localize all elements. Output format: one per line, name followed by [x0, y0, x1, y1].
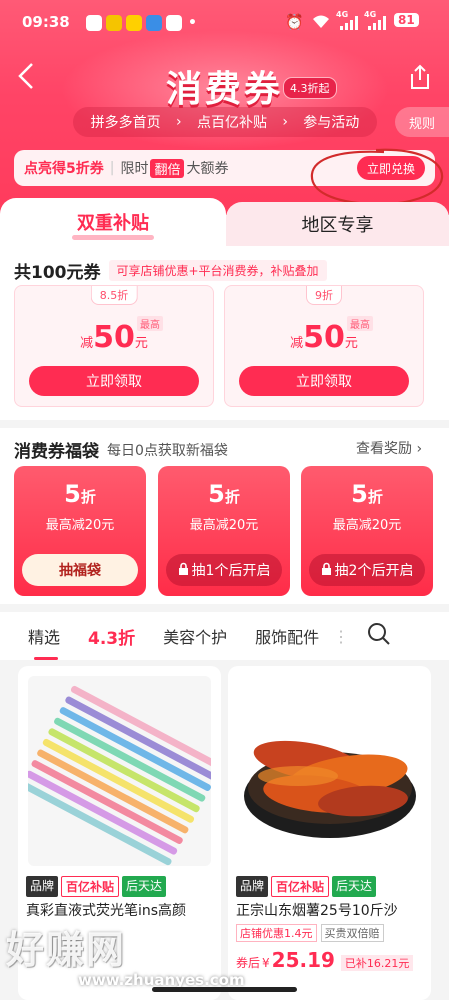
discount-badge: 4.3折起	[283, 77, 337, 99]
lucky-bag-subtitle: 每日0点获取新福袋	[107, 442, 228, 459]
bag-discount: 5折	[301, 480, 433, 508]
product-image-sweet-potatoes	[238, 676, 421, 866]
draw-lucky-bag-button[interactable]: 抽福袋	[22, 554, 138, 586]
locked-bag-button[interactable]: 抽2个后开启	[309, 554, 425, 586]
locked-bag-button[interactable]: 抽1个后开启	[166, 554, 282, 586]
coupon-amount: 减50元	[15, 320, 213, 355]
breadcrumb: 拼多多首页 › 点百亿补贴 › 参与活动	[73, 107, 377, 137]
rules-button[interactable]: 规则	[395, 107, 449, 137]
bag-max: 最高减20元	[332, 518, 402, 533]
bag-discount: 5折	[14, 480, 146, 508]
watermark-logo: 好赚网	[6, 928, 127, 972]
page-title: 消费券	[165, 69, 283, 110]
category-tab-apparel[interactable]: 服饰配件	[255, 624, 319, 648]
coupon-discount: 9折	[306, 286, 342, 305]
breadcrumb-step: 点百亿补贴	[196, 115, 267, 131]
coupon-unit: 元	[344, 336, 358, 351]
category-nav: 精选 4.3折 美容个护 服饰配件 ⋮	[0, 612, 449, 660]
lock-icon	[321, 562, 332, 579]
coupon-section-header: 共100元券 可享店铺优惠+平台消费券，补贴叠加	[14, 258, 327, 283]
category-tab-beauty[interactable]: 美容个护	[163, 624, 227, 648]
lucky-bag-card: 5折 最高减20元 抽2个后开启	[301, 466, 433, 596]
bag-discount: 5折	[158, 480, 290, 508]
coupon-prefix: 减	[290, 336, 304, 351]
app-notification-icon	[106, 15, 122, 31]
coupon-card: 8.5折 最高 减50元 立即领取	[14, 285, 214, 407]
view-rewards-label: 查看奖励	[356, 441, 412, 457]
promo-highlight: 点亮得5折券	[24, 161, 104, 177]
home-indicator	[152, 987, 297, 992]
divider: |	[109, 160, 115, 176]
delivery-badge: 后天达	[332, 876, 377, 897]
bag-discount-value: 5	[64, 480, 81, 508]
coupon-value: 50	[303, 320, 345, 355]
alarm-icon: ⏰	[285, 13, 304, 31]
status-bar: 09:38 • ⏰ 4G 4G 81	[0, 0, 449, 46]
bag-discount-value: 5	[208, 480, 225, 508]
bag-discount-unit: 折	[80, 488, 96, 506]
search-icon	[368, 623, 390, 645]
hand-drawn-circle-annotation	[310, 148, 444, 206]
battery-indicator: 81	[394, 13, 419, 27]
view-rewards-link[interactable]: 查看奖励 ›	[356, 438, 422, 458]
notification-icons: •	[86, 15, 197, 31]
wifi-icon	[311, 13, 331, 33]
tab-regional[interactable]: 地区专享	[226, 202, 449, 246]
brand-badge: 品牌	[26, 876, 59, 897]
coupon-card: 9折 最高 减50元 立即领取	[224, 285, 424, 407]
lucky-bag-card: 5折 最高减20元 抽1个后开启	[158, 466, 290, 596]
product-badges: 品牌 百亿补贴 后天达	[236, 876, 377, 897]
breadcrumb-step: 参与活动	[303, 115, 360, 131]
claim-coupon-button[interactable]: 立即领取	[239, 366, 409, 396]
status-time: 09:38	[22, 13, 70, 31]
app-notification-icon	[146, 15, 162, 31]
tab-double-subsidy[interactable]: 双重补贴	[0, 198, 226, 246]
bag-discount-value: 5	[351, 480, 368, 508]
chevron-right-icon: ›	[176, 114, 182, 130]
promo-text: 限时	[120, 161, 149, 177]
coupon-unit: 元	[134, 336, 148, 351]
baidu-icon	[166, 15, 182, 31]
lucky-bag-header: 消费券福袋 每日0点获取新福袋	[14, 437, 228, 462]
breadcrumb-step: 拼多多首页	[90, 115, 161, 131]
delivery-badge: 后天达	[122, 876, 167, 897]
bag-discount-unit: 折	[367, 488, 383, 506]
category-tab-featured[interactable]: 精选	[28, 624, 60, 660]
chevron-right-icon: ›	[282, 114, 288, 130]
category-tab-discount[interactable]: 4.3折	[88, 624, 135, 649]
coupon-section-pill: 可享店铺优惠+平台消费券，补贴叠加	[108, 260, 327, 281]
bag-discount-unit: 折	[224, 488, 240, 506]
brand-badge: 品牌	[236, 876, 269, 897]
watermark: 好赚网 www.zhuanyes.com	[0, 905, 449, 1000]
signal-icon	[368, 16, 388, 34]
locked-bag-label: 抽2个后开启	[334, 563, 414, 579]
lucky-bag-title: 消费券福袋	[14, 442, 99, 462]
coupon-section-title: 共100元券	[14, 263, 101, 283]
more-dot-icon: •	[188, 15, 197, 31]
subsidy-badge: 百亿补贴	[271, 876, 330, 897]
search-button[interactable]	[367, 622, 391, 650]
coupon-discount: 8.5折	[90, 286, 138, 305]
chevron-right-icon: ›	[412, 441, 423, 457]
lock-icon	[178, 562, 189, 579]
coupon-value: 50	[93, 320, 135, 355]
coupon-amount: 减50元	[225, 320, 423, 355]
product-image-highlighters	[28, 676, 211, 866]
signal-icon	[340, 16, 360, 34]
weibo-icon	[126, 15, 142, 31]
promo-text: 大额券	[186, 161, 229, 177]
subsidy-badge: 百亿补贴	[61, 876, 120, 897]
locked-bag-label: 抽1个后开启	[191, 563, 271, 579]
product-badges: 品牌 百亿补贴 后天达	[26, 876, 167, 897]
lucky-bag-card: 5折 最高减20元 抽福袋	[14, 466, 146, 596]
more-categories-icon[interactable]: ⋮	[333, 627, 349, 646]
coupon-prefix: 减	[80, 336, 94, 351]
bag-max: 最高减20元	[189, 518, 259, 533]
claim-coupon-button[interactable]: 立即领取	[29, 366, 199, 396]
bag-max: 最高减20元	[45, 518, 115, 533]
app-notification-icon	[86, 15, 102, 31]
promo-tag: 翻倍	[150, 158, 185, 178]
